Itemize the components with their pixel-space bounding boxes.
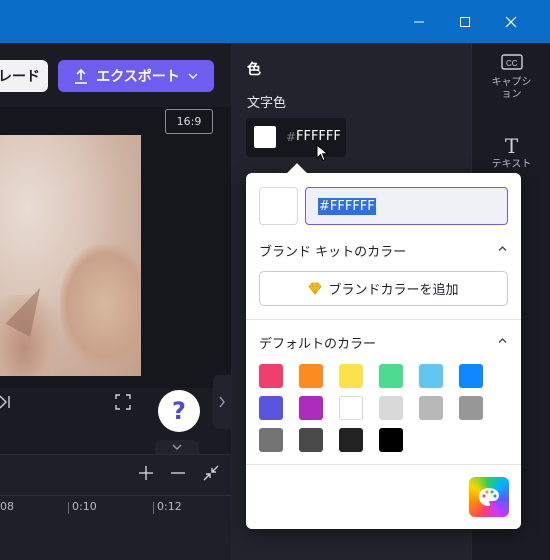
text-color-hex: FFFFFF [296, 129, 341, 144]
fullscreen-icon[interactable] [115, 394, 131, 410]
rail-captions-label: キャプション [491, 77, 532, 100]
color-swatch[interactable] [259, 364, 283, 388]
color-swatch[interactable] [419, 396, 443, 420]
export-button[interactable]: エクスポート [58, 60, 214, 92]
hex-input-value: #FFFFFF [318, 197, 376, 215]
minimize-button[interactable] [396, 0, 442, 43]
ruler-tick-label: 0:10 [72, 500, 97, 513]
color-picker-popup: #FFFFFF ブランド キットのカラー ブランドカラーを追加 デフォルトのカラ… [246, 163, 521, 529]
chevron-right-icon [219, 396, 225, 408]
ruler-tick-label: 0:12 [157, 500, 182, 513]
preview-stage [0, 107, 231, 388]
color-swatch[interactable] [379, 428, 403, 452]
captions-icon: CC [500, 54, 523, 70]
color-swatch[interactable] [339, 364, 363, 388]
svg-text:CC: CC [506, 59, 518, 68]
help-icon: ? [172, 397, 186, 425]
color-swatch[interactable] [299, 364, 323, 388]
color-swatch[interactable] [339, 396, 363, 420]
diamond-icon [308, 282, 323, 295]
text-color-field[interactable]: # FFFFFF [246, 118, 346, 157]
download-button-label: レード [0, 69, 40, 85]
rail-text[interactable]: T テキスト [472, 135, 550, 171]
chevron-down-icon [172, 444, 182, 450]
timeline-ruler[interactable]: 08 0:10 0:12 [0, 495, 231, 520]
upload-icon [75, 68, 88, 84]
ruler-tick: 0:12 [153, 500, 182, 514]
minimize-icon [414, 21, 424, 22]
video-content [60, 245, 141, 365]
maximize-icon [460, 16, 470, 27]
skip-forward-icon[interactable] [0, 395, 12, 409]
custom-color-button[interactable] [469, 477, 509, 517]
download-button[interactable]: レード [0, 60, 48, 92]
video-preview[interactable] [0, 135, 141, 376]
close-button[interactable] [488, 0, 534, 43]
color-swatch[interactable] [259, 396, 283, 420]
zoom-out-icon[interactable] [171, 466, 185, 480]
divider [246, 464, 521, 465]
title-bar [0, 0, 550, 43]
ruler-tick: 08 [0, 500, 14, 513]
timeline-zoom-tools [139, 465, 219, 481]
chevron-up-icon[interactable] [498, 337, 507, 344]
hex-hash: # [286, 130, 297, 144]
maximize-button[interactable] [442, 0, 488, 43]
ruler-tick-label: 08 [0, 500, 14, 513]
text-icon: T [504, 134, 519, 158]
default-colors-heading: デフォルトのカラー [259, 337, 377, 352]
color-swatch[interactable] [339, 428, 363, 452]
hex-input[interactable]: #FFFFFF [305, 187, 508, 225]
zoom-in-icon[interactable] [139, 466, 153, 480]
color-swatch[interactable] [459, 396, 483, 420]
fit-timeline-icon[interactable] [203, 465, 219, 481]
rail-text-label: テキスト [491, 159, 532, 170]
timeline: 08 0:10 0:12 [0, 454, 231, 560]
export-button-label: エクスポート [96, 69, 180, 85]
color-swatch[interactable] [259, 428, 283, 452]
rail-captions[interactable]: CC キャプション [472, 53, 550, 101]
color-swatch[interactable] [419, 364, 443, 388]
editor-pane: レード エクスポート 16:9 ? 08 0:10 0:12 [0, 43, 231, 560]
section-title: 色 [247, 62, 261, 78]
add-brand-color-button[interactable]: ブランドカラーを追加 [259, 271, 508, 306]
ruler-tick: 0:10 [68, 500, 97, 514]
color-swatch[interactable] [459, 364, 483, 388]
color-preview-swatch [259, 187, 298, 225]
text-color-swatch [254, 126, 276, 148]
aspect-ratio-button[interactable]: 16:9 [165, 109, 213, 134]
add-brand-color-label: ブランドカラーを追加 [328, 283, 459, 298]
mouse-cursor-icon [316, 144, 329, 162]
editor-topbar: レード エクスポート [0, 43, 231, 105]
color-swatch[interactable] [379, 364, 403, 388]
text-color-label: 文字色 [247, 96, 287, 111]
brand-kit-heading: ブランド キットのカラー [259, 245, 407, 260]
palette-icon [479, 488, 499, 506]
close-icon [505, 16, 517, 27]
chevron-up-icon[interactable] [498, 245, 507, 252]
color-swatch[interactable] [299, 428, 323, 452]
panel-expand-handle[interactable] [213, 375, 231, 429]
divider [246, 319, 521, 320]
timeline-collapse-tab[interactable] [155, 440, 199, 454]
help-button[interactable]: ? [158, 390, 200, 432]
color-swatch[interactable] [299, 396, 323, 420]
aspect-ratio-label: 16:9 [176, 115, 202, 128]
chevron-down-icon [188, 73, 198, 80]
color-swatch[interactable] [379, 396, 403, 420]
